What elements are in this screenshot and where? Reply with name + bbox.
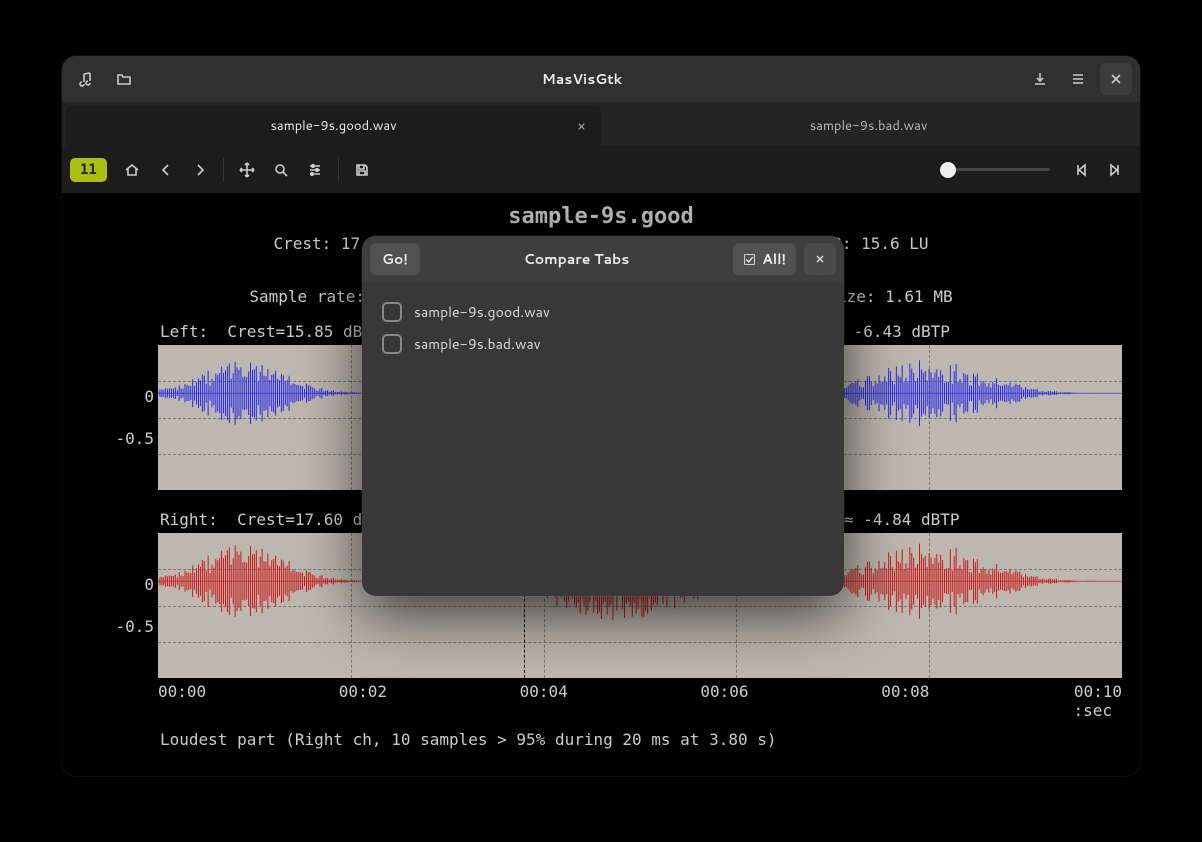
tab-close-icon[interactable] — [571, 116, 591, 136]
app-window: MasVisGtk sample-9s.good.wav sample-9s.b… — [62, 56, 1140, 776]
list-item[interactable]: sample-9s.good.wav — [380, 296, 826, 328]
save-icon[interactable] — [345, 153, 379, 187]
tab-label: sample-9s.good.wav — [270, 117, 396, 135]
nav-back-icon[interactable] — [149, 153, 183, 187]
open-folder-icon[interactable] — [108, 63, 140, 95]
nav-forward-icon[interactable] — [183, 153, 217, 187]
separator — [338, 158, 339, 182]
file-headline: sample-9s.good — [80, 204, 1122, 229]
hamburger-menu-icon[interactable] — [1062, 63, 1094, 95]
move-icon[interactable] — [230, 153, 264, 187]
tab-label: sample-9s.bad.wav — [810, 117, 928, 135]
dialog-close-button[interactable] — [804, 243, 836, 275]
list-item[interactable]: sample-9s.bad.wav — [380, 328, 826, 360]
separator — [223, 158, 224, 182]
axis-unit: :sec — [80, 701, 1112, 720]
checkbox[interactable] — [382, 302, 402, 322]
tab-sample-bad[interactable]: sample-9s.bad.wav — [601, 106, 1136, 146]
time-axis: 00:00 00:02 00:04 00:06 00:08 00:10 — [158, 682, 1122, 701]
dialog-title: Compare Tabs — [420, 249, 733, 269]
checkbox-icon — [743, 253, 756, 266]
select-all-button[interactable]: All! — [733, 243, 796, 275]
music-icon[interactable] — [70, 63, 102, 95]
zoom-slider[interactable] — [940, 168, 1050, 171]
tab-sample-good[interactable]: sample-9s.good.wav — [66, 106, 601, 146]
window-close-button[interactable] — [1100, 63, 1132, 95]
home-icon[interactable] — [115, 153, 149, 187]
checkbox[interactable] — [382, 334, 402, 354]
zoom-icon[interactable] — [264, 153, 298, 187]
go-button[interactable]: Go! — [370, 243, 420, 275]
window-title: MasVisGtk — [140, 69, 1024, 89]
tabbar: sample-9s.good.wav sample-9s.bad.wav — [62, 102, 1140, 146]
compare-dialog: Go! Compare Tabs All! sample-9s.good.wav… — [362, 236, 844, 596]
page-badge[interactable]: 11 — [70, 158, 107, 182]
sliders-icon[interactable] — [298, 153, 332, 187]
y-axis-left: 0 -0.5 — [110, 345, 158, 490]
loudest-info: Loudest part (Right ch, 10 samples > 95%… — [160, 730, 1122, 749]
toolbar: 11 — [62, 146, 1140, 194]
dialog-list: sample-9s.good.wav sample-9s.bad.wav — [362, 282, 844, 374]
y-axis-right: 0 -0.5 — [110, 533, 158, 678]
skip-end-icon[interactable] — [1098, 153, 1132, 187]
headerbar: MasVisGtk — [62, 56, 1140, 102]
download-icon[interactable] — [1024, 63, 1056, 95]
skip-start-icon[interactable] — [1064, 153, 1098, 187]
